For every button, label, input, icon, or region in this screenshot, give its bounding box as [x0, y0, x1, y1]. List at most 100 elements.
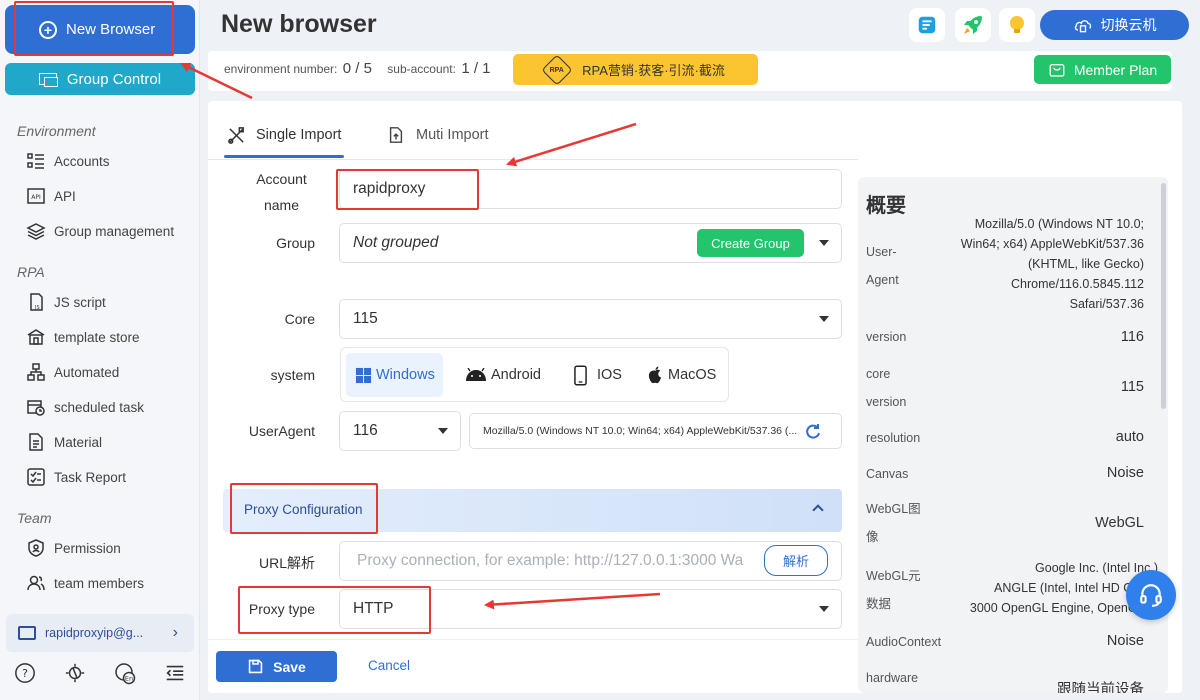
flow-icon — [26, 362, 46, 382]
os-label: IOS — [597, 367, 622, 383]
tab-single-import[interactable]: Single Import — [226, 125, 341, 145]
sidebar-item-material[interactable]: Material — [26, 431, 102, 453]
sidebar-item-label: Task Report — [54, 469, 127, 485]
create-group-button[interactable]: Create Group — [697, 229, 804, 257]
label-line: version — [866, 395, 907, 409]
sidebar-item-group-management[interactable]: Group management — [26, 220, 174, 242]
sidebar-item-api[interactable]: API API — [26, 185, 76, 207]
value-line: (KHTML, like Gecko) — [1028, 257, 1144, 271]
label-line: core — [866, 367, 891, 381]
sidebar-item-label: Permission — [54, 540, 121, 556]
audio-summary-label: AudioContext — [866, 635, 942, 649]
group-control-button[interactable]: Group Control — [5, 63, 195, 95]
os-label: Android — [491, 367, 541, 383]
url-parse-label: URL解析 — [258, 555, 315, 571]
ua-version-select[interactable]: 116 — [339, 411, 461, 451]
group-value: Not grouped — [353, 234, 439, 251]
label-line: WebGL元 — [866, 569, 921, 583]
core-value: 115 — [353, 310, 378, 327]
switch-cloud-button[interactable]: 切换云机 — [1040, 10, 1189, 40]
customer-support-button[interactable] — [1126, 570, 1176, 620]
shield-icon — [26, 538, 46, 558]
sidebar-item-accounts[interactable]: Accounts — [26, 150, 110, 172]
rocket-icon[interactable] — [955, 8, 991, 42]
os-option-ios[interactable]: IOS — [563, 353, 630, 397]
tools-icon — [226, 125, 246, 145]
help-icon[interactable]: ? — [13, 661, 37, 685]
os-option-windows[interactable]: Windows — [346, 353, 443, 397]
useragent-input[interactable]: Mozilla/5.0 (Windows NT 10.0; Win64; x64… — [469, 413, 842, 449]
parse-button[interactable]: 解析 — [764, 545, 828, 576]
webgl-meta-summary-label: WebGL元 数据 — [866, 562, 926, 618]
chevron-up-icon — [812, 504, 824, 516]
env-number-value: 0 / 5 — [342, 60, 372, 77]
page-title: New browser — [221, 10, 377, 38]
cancel-button[interactable]: Cancel — [368, 658, 410, 673]
lightbulb-icon[interactable] — [999, 8, 1035, 42]
windows-stack-icon — [38, 73, 58, 87]
refresh-icon[interactable] — [803, 422, 823, 442]
ua-summary-value: Mozilla/5.0 (Windows NT 10.0; Win64; x64… — [961, 214, 1144, 314]
chevron-right-icon: › — [172, 624, 178, 641]
sidebar-item-label: Group management — [54, 223, 175, 239]
rpa-icon-text: RPA — [549, 65, 565, 73]
theme-icon[interactable] — [63, 661, 87, 685]
apple-icon — [646, 366, 664, 384]
save-button[interactable]: Save — [216, 651, 337, 682]
canvas-summary-label: Canvas — [866, 467, 909, 481]
annotation-box-account-name — [336, 169, 479, 210]
notes-icon[interactable] — [909, 8, 945, 42]
collapse-menu-icon[interactable] — [163, 661, 187, 685]
webgl-image-summary-label: WebGL图 像 — [866, 495, 926, 551]
annotation-box-new-browser — [14, 1, 174, 56]
switch-cloud-label: 切换云机 — [1100, 17, 1157, 33]
env-number-label: environment number: — [224, 62, 338, 76]
member-plan-label: Member Plan — [1073, 61, 1158, 78]
sidebar-item-team-members[interactable]: team members — [26, 572, 144, 594]
list-icon — [26, 151, 46, 171]
sub-account-label: sub-account: — [387, 62, 456, 76]
os-option-macos[interactable]: MacOS — [638, 353, 724, 397]
label-line: WebGL图 — [866, 502, 921, 516]
user-account-box[interactable]: rapidproxyip@g... › — [6, 614, 194, 652]
headset-icon — [1140, 584, 1162, 607]
value-line: Google Inc. (Intel Inc.) — [1035, 561, 1158, 575]
user-email: rapidproxyip@g... — [45, 626, 144, 640]
sidebar-item-task-report[interactable]: Task Report — [26, 466, 126, 488]
save-label: Save — [273, 658, 306, 675]
language-icon[interactable]: En — [113, 661, 137, 685]
sidebar-item-scheduled-task[interactable]: scheduled task — [26, 396, 144, 418]
value-line: Mozilla/5.0 (Windows NT 10.0; — [974, 217, 1144, 231]
version-summary-label: version — [866, 330, 907, 344]
api-icon: API — [26, 186, 46, 206]
sidebar-item-permission[interactable]: Permission — [26, 537, 121, 559]
sidebar-item-template-store[interactable]: template store — [26, 326, 140, 348]
store-icon — [26, 327, 46, 347]
label-line: name — [263, 197, 300, 213]
sidebar-item-label: template store — [54, 329, 140, 345]
chevron-down-icon — [819, 606, 829, 612]
rpa-banner-text: RPA营销·获客·引流·截流 — [582, 63, 725, 78]
upload-file-icon — [386, 125, 406, 145]
svg-text:?: ? — [22, 667, 28, 680]
label-line: Account — [256, 171, 307, 187]
account-stats: environment number: 0 / 5 sub-account: 1… — [224, 60, 493, 77]
summary-scrollbar[interactable] — [1161, 183, 1166, 409]
os-option-android[interactable]: Android — [457, 353, 549, 397]
webgl-image-summary-value: WebGL — [1095, 515, 1144, 531]
sidebar-item-label: Automated — [54, 364, 120, 380]
sidebar-item-js-script[interactable]: JS JS script — [26, 291, 106, 313]
label-line: User- — [866, 245, 897, 259]
chevron-down-icon — [819, 316, 829, 322]
annotation-box-proxy-type — [238, 586, 431, 634]
sidebar-item-label: JS script — [54, 294, 106, 310]
windows-icon — [354, 366, 372, 384]
annotation-box-proxy-config — [230, 483, 378, 534]
member-plan-button[interactable]: Member Plan — [1034, 55, 1171, 84]
core-select[interactable]: 115 — [339, 299, 842, 339]
label-line: Agent — [866, 273, 899, 287]
phone-icon — [571, 364, 589, 386]
tab-multi-import[interactable]: Muti Import — [386, 125, 489, 145]
rpa-banner[interactable]: RPA RPA营销·获客·引流·截流 — [513, 53, 758, 86]
sidebar-item-automated[interactable]: Automated — [26, 361, 119, 383]
